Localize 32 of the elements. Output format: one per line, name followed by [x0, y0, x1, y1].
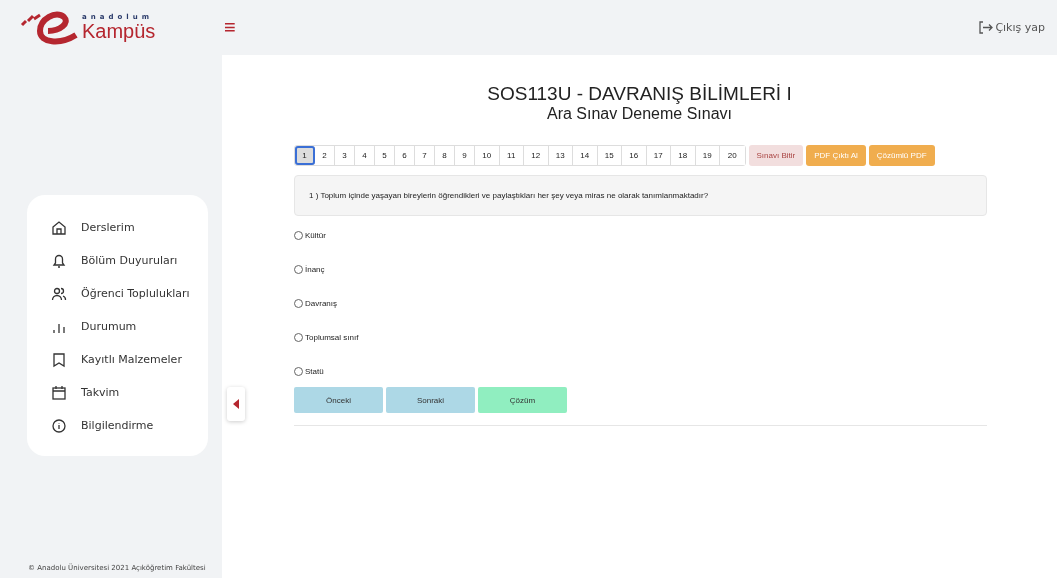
sidebar-item[interactable]: Durumum — [51, 310, 208, 343]
option-label: Kültür — [305, 230, 326, 240]
sidebar-item[interactable]: Kayıtlı Malzemeler — [51, 343, 208, 376]
logout-link[interactable]: Çıkış yap — [979, 21, 1045, 34]
logout-icon — [979, 21, 994, 34]
sidebar-item[interactable]: Derslerim — [51, 211, 208, 244]
sidebar-item[interactable]: Öğrenci Toplulukları — [51, 277, 208, 310]
sidebar-item[interactable]: Bölüm Duyuruları — [51, 244, 208, 277]
course-title: SOS113U - DAVRANIŞ BİLİMLERİ I — [487, 83, 792, 105]
nav-button[interactable]: Çözüm — [478, 387, 567, 413]
people-icon — [51, 285, 67, 302]
question-text: 1 ) Toplum içinde yaşayan bireylerin öğrendikleri ve paylaştıkları her şey veya miras ne olarak tanımlanmaktadır? — [294, 175, 987, 216]
menu-button[interactable]: ≡ — [220, 16, 240, 39]
bookmark-icon — [51, 351, 67, 368]
option-label: Statü — [305, 366, 324, 376]
logo-title: Kampüs — [82, 21, 156, 41]
nav-button[interactable]: Sonraki — [386, 387, 475, 413]
calendar-icon — [51, 384, 67, 401]
caret-left-icon — [233, 399, 239, 409]
option-label: Davranış — [305, 298, 337, 308]
sidebar-item[interactable]: Takvim — [51, 376, 208, 409]
finish-exam-button[interactable]: Sınavı Bitir — [748, 145, 804, 166]
info-icon — [51, 417, 67, 434]
option-label: İnanç — [305, 264, 325, 274]
exam-title: Ara Sınav Deneme Sınavı — [547, 105, 732, 123]
nav-button[interactable]: Önceki — [294, 387, 383, 413]
option-label: Toplumsal sınıf — [305, 332, 359, 342]
home-icon — [51, 219, 67, 236]
bell-icon — [51, 252, 67, 269]
question-page-button[interactable]: 1 — [295, 146, 315, 165]
collapse-button[interactable] — [227, 387, 245, 421]
sidebar-item[interactable]: Bilgilendirme — [51, 409, 208, 442]
